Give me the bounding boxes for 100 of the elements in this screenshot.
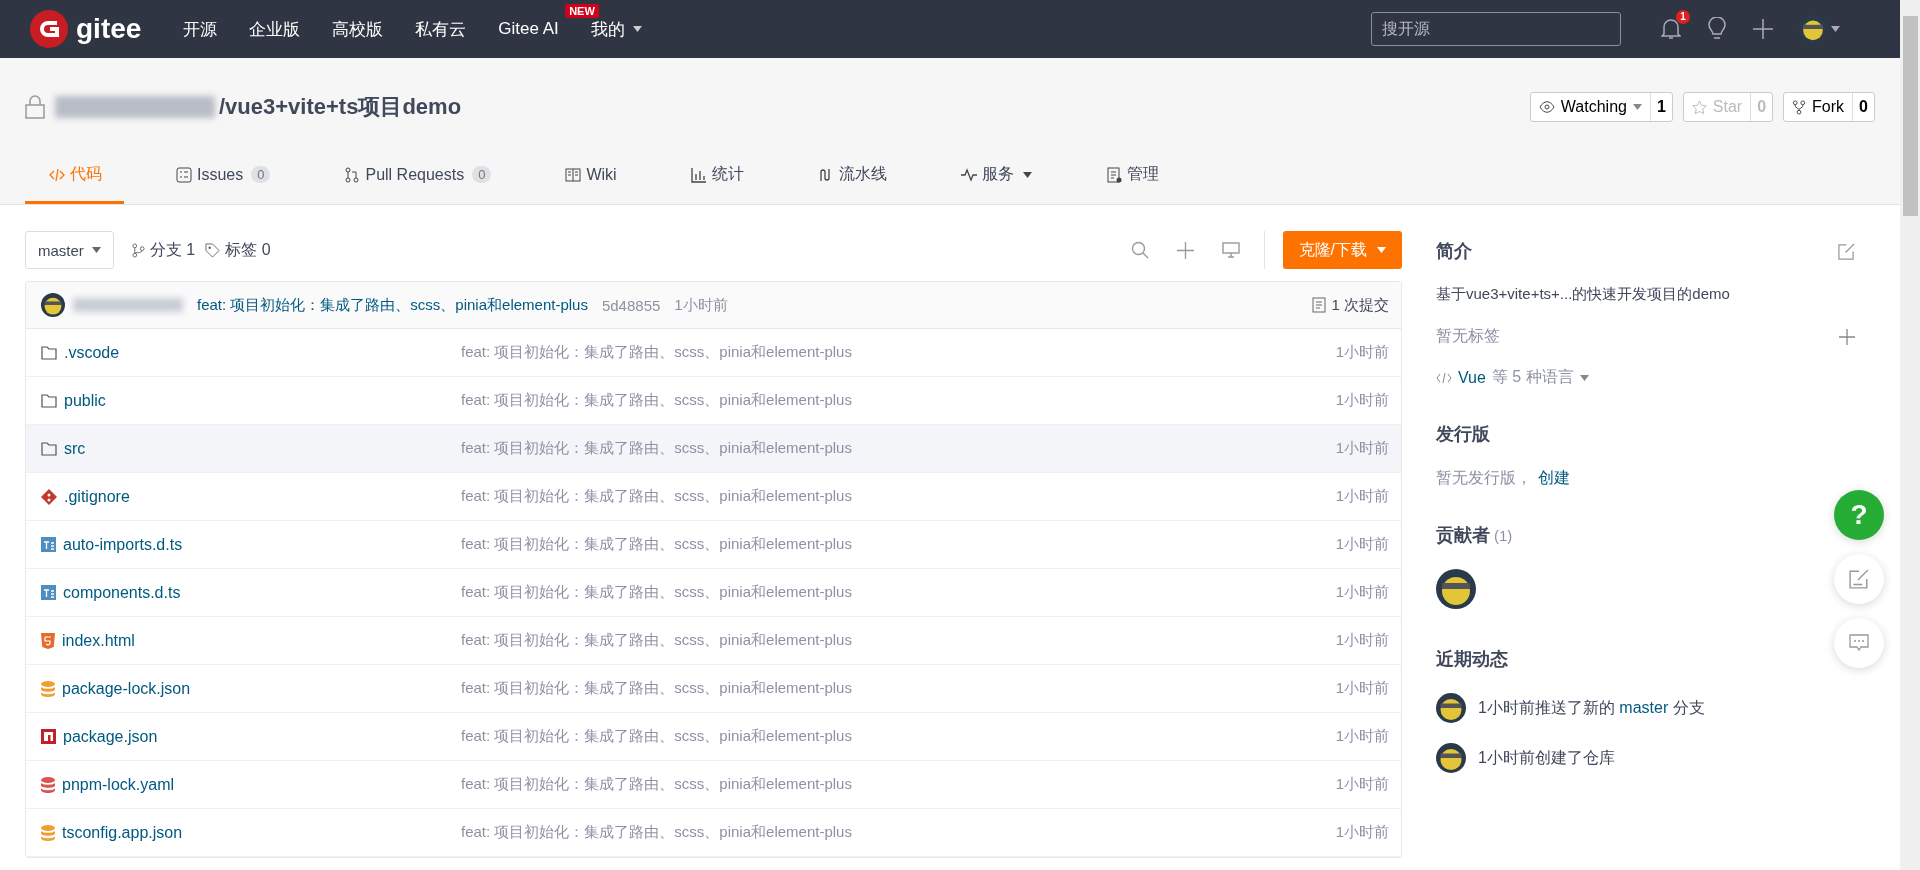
file-row[interactable]: package.json feat: 项目初始化：集成了路由、scss、pinia和element-plus 1小时前 (26, 713, 1401, 761)
logo-text[interactable]: gitee (76, 13, 142, 45)
edit-icon (1849, 569, 1869, 589)
section-title: 近期动态 (1436, 648, 1508, 671)
lightbulb-icon[interactable] (1707, 17, 1727, 41)
create-link[interactable]: 创建 (1538, 468, 1570, 489)
file-time: 1小时前 (1335, 535, 1389, 554)
fork-button[interactable]: Fork 0 (1783, 92, 1875, 122)
tag-icon (205, 242, 221, 258)
notification-badge: 1 (1676, 10, 1690, 24)
file-name[interactable]: .gitignore (64, 487, 130, 506)
file-row[interactable]: package-lock.json feat: 项目初始化：集成了路由、scss、pinia和element-plus 1小时前 (26, 665, 1401, 713)
issues-icon (176, 166, 192, 183)
plus-icon[interactable] (1839, 328, 1855, 345)
nav-link[interactable]: 企业版 (249, 17, 301, 41)
file-name[interactable]: src (64, 439, 86, 458)
service-icon (960, 166, 977, 183)
no-tags-text: 暂无标签 (1436, 326, 1500, 346)
caret-icon (91, 247, 101, 253)
file-name[interactable]: index.html (62, 631, 135, 650)
commits-link[interactable]: 1 次提交 (1331, 295, 1389, 315)
no-releases-text: 暂无发行版， (1436, 468, 1532, 488)
stats-icon (690, 166, 707, 183)
plus-icon[interactable] (1753, 19, 1773, 39)
repo-title[interactable]: /vue3+vite+ts项目demo (219, 92, 462, 122)
database-icon (41, 776, 55, 793)
file-name[interactable]: components.d.ts (63, 583, 181, 602)
file-name[interactable]: .vscode (64, 343, 120, 362)
search-icon[interactable] (1130, 241, 1149, 259)
commit-message[interactable]: feat: 项目初始化：集成了路由、scss、pinia和element-plus (197, 295, 588, 315)
lock-icon (25, 95, 45, 119)
avatar-icon (41, 293, 65, 317)
manage-icon (1106, 166, 1123, 183)
code-icon (49, 166, 65, 183)
file-row[interactable]: index.html feat: 项目初始化：集成了路由、scss、pinia和element-plus 1小时前 (26, 617, 1401, 665)
logo-icon (30, 10, 68, 48)
file-row[interactable]: .gitignore feat: 项目初始化：集成了路由、scss、pinia和element-plus 1小时前 (26, 473, 1401, 521)
file-row[interactable]: src feat: 项目初始化：集成了路由、scss、pinia和element-plus 1小时前 (26, 425, 1401, 473)
caret-icon (1632, 104, 1642, 110)
repo-tab[interactable]: 管理 (1082, 148, 1182, 204)
branch-select[interactable]: master (25, 231, 114, 269)
section-title: 发行版 (1436, 423, 1490, 446)
fork-icon (1792, 99, 1807, 115)
nav-link[interactable]: 我的 (590, 17, 642, 41)
tags-link[interactable]: 标签 0 (225, 239, 271, 261)
repo-tab[interactable]: Pull Requests 0 (320, 148, 514, 204)
folder-icon (41, 345, 57, 360)
avatar-icon (1799, 15, 1827, 43)
activity-text: 1小时前推送了新的 master 分支 (1478, 697, 1705, 718)
branch-icon (131, 242, 145, 258)
plus-icon[interactable] (1176, 241, 1194, 259)
commits-icon (1312, 297, 1327, 313)
repo-description: 基于vue3+vite+ts+...的快速开发项目的demo (1436, 285, 1731, 304)
file-row[interactable]: tsconfig.app.json feat: 项目初始化：集成了路由、scss、pinia和element-plus 1小时前 (26, 809, 1401, 857)
chat-button[interactable] (1834, 618, 1884, 668)
file-row[interactable]: .vscode feat: 项目初始化：集成了路由、scss、pinia和element-plus 1小时前 (26, 329, 1401, 377)
file-time: 1小时前 (1335, 631, 1389, 650)
file-name[interactable]: pnpm-lock.yaml (62, 775, 175, 794)
wiki-icon (565, 166, 582, 183)
contributors-count: (1) (1494, 526, 1513, 544)
repo-tab[interactable]: Issues 0 (152, 148, 293, 204)
database-icon (41, 824, 55, 841)
branches-link[interactable]: 分支 1 (149, 239, 196, 261)
bell-icon[interactable] (1661, 18, 1681, 40)
file-row[interactable]: components.d.ts feat: 项目初始化：集成了路由、scss、pinia和element-plus 1小时前 (26, 569, 1401, 617)
nav-link[interactable]: 私有云 (415, 17, 467, 41)
nav-link[interactable]: 开源 (183, 17, 218, 41)
feedback-button[interactable] (1834, 554, 1884, 604)
monitor-icon[interactable] (1221, 242, 1240, 258)
eye-icon (1538, 101, 1555, 113)
commit-time: 1小时前 (674, 295, 728, 315)
file-icon (41, 537, 56, 552)
file-time: 1小时前 (1335, 343, 1389, 362)
file-row[interactable]: auto-imports.d.ts feat: 项目初始化：集成了路由、scss、pinia和element-plus 1小时前 (26, 521, 1401, 569)
file-icon (41, 585, 56, 600)
file-name[interactable]: package-lock.json (62, 679, 191, 698)
file-time: 1小时前 (1335, 775, 1389, 794)
file-name[interactable]: tsconfig.app.json (62, 823, 183, 842)
languages-text: 等 5 种语言 (1491, 367, 1574, 387)
branch-link[interactable]: master (1619, 698, 1669, 716)
file-name[interactable]: auto-imports.d.ts (63, 535, 183, 554)
repo-tab[interactable]: Wiki (541, 148, 639, 204)
file-name[interactable]: package.json (63, 727, 158, 746)
file-row[interactable]: pnpm-lock.yaml feat: 项目初始化：集成了路由、scss、pinia和element-plus 1小时前 (26, 761, 1401, 809)
search-field[interactable]: 搜开源 (1371, 12, 1621, 46)
caret-icon (1579, 374, 1589, 381)
watch-button[interactable]: Watching 1 (1529, 92, 1673, 122)
edit-icon[interactable] (1838, 242, 1855, 260)
avatar-icon (1436, 743, 1466, 773)
activity-text: 1小时前创建了仓库 (1478, 747, 1615, 768)
code-icon (1436, 371, 1452, 384)
repo-tab[interactable]: 服务 (936, 148, 1055, 204)
new-badge: NEW (565, 4, 599, 18)
count-badge: 0 (472, 166, 492, 183)
language-link[interactable]: Vue (1458, 368, 1486, 387)
repo-tab[interactable]: 统计 (666, 148, 766, 204)
nav-link[interactable]: 高校版 (332, 17, 384, 41)
file-name[interactable]: public (64, 391, 106, 410)
file-time: 1小时前 (1335, 727, 1389, 746)
repo-tab[interactable]: 流水线 (793, 148, 909, 204)
